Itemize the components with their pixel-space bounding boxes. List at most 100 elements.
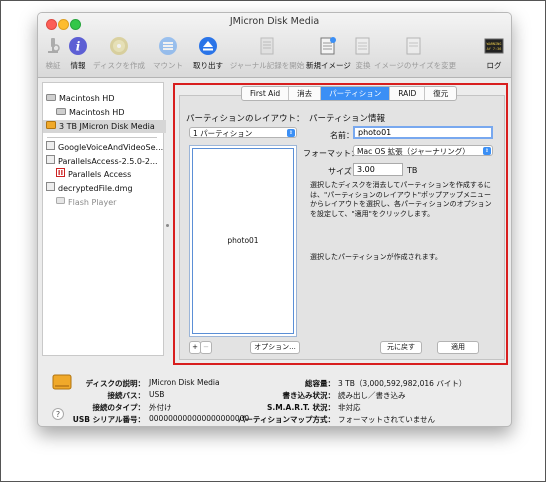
resize-image-icon (404, 36, 424, 56)
sidebar-item-label: ParallelsAccess-2.5.0-2... (58, 157, 158, 166)
help-icon[interactable]: ? (52, 408, 64, 422)
usb-serial-value: 000000000000000000000 (149, 414, 250, 423)
options-button[interactable]: オプション... (250, 341, 300, 354)
journal-icon (257, 36, 277, 56)
chevron-updown-icon: ⇕ (483, 147, 491, 155)
chevron-updown-icon: ⇕ (287, 129, 295, 137)
sidebar-item-label: 3 TB JMicron Disk Media (59, 122, 155, 131)
sidebar-item-label: Macintosh HD (59, 94, 115, 103)
partition-layout-diagram[interactable]: photo01 (189, 145, 297, 337)
sidebar-item-label: decryptedFile.dmg (58, 184, 133, 193)
connection-type-label: 接続のタイプ： (92, 403, 146, 412)
convert-button[interactable]: 変換 (352, 36, 374, 74)
mount-label: マウント (153, 61, 183, 70)
size-input[interactable] (353, 163, 403, 176)
sidebar-item-decryptedfile-dmg[interactable]: decryptedFile.dmg (46, 182, 166, 195)
disk-image-icon (46, 155, 55, 168)
apply-button[interactable]: 適用 (437, 341, 479, 354)
resize-image-button[interactable]: イメージのサイズを変更 (374, 36, 457, 74)
burn-button[interactable]: ディスクを作成 (92, 36, 146, 74)
eject-label: 取り出す (193, 61, 223, 70)
sidebar-item-parallelsaccess-dmg[interactable]: ParallelsAccess-2.5.0-2... (46, 155, 166, 168)
sidebar-item-jmicron-disk[interactable]: 3 TB JMicron Disk Media (43, 120, 166, 133)
external-disk-icon (46, 120, 56, 133)
new-image-button[interactable]: 新規イメージ (306, 36, 351, 74)
tab-partition[interactable]: パーティション (321, 87, 391, 100)
info-button[interactable]: i 情報 (66, 36, 90, 74)
smart-status-label: S.M.A.R.T. 状況： (266, 403, 335, 412)
partition-map-value: フォーマットされていません (338, 415, 436, 424)
resize-image-label: イメージのサイズを変更 (374, 61, 457, 70)
log-icon: WARNING AY 7:36 (484, 36, 504, 56)
disk-utility-window: JMicron Disk Media 検証 i 情報 ディスクを作成 マウント (37, 12, 512, 427)
volume-icon (56, 196, 65, 209)
partition-name-input[interactable] (353, 126, 493, 139)
title-bar: JMicron Disk Media 検証 i 情報 ディスクを作成 マウント (38, 13, 511, 78)
sidebar-separator (47, 137, 157, 138)
burn-label: ディスクを作成 (93, 61, 145, 70)
divider-grip (166, 224, 169, 227)
connection-type-value: 外付け (149, 403, 172, 412)
partition-layout-heading: パーティションのレイアウト： (186, 114, 305, 124)
revert-button[interactable]: 元に戻す (380, 341, 422, 354)
sidebar-item-parallels-access[interactable]: Parallels Access (56, 168, 176, 181)
verify-label: 検証 (45, 61, 61, 70)
hard-disk-icon (46, 92, 56, 105)
mount-icon (158, 36, 178, 56)
journal-button[interactable]: ジャーナル記録を開始 (226, 36, 308, 74)
external-disk-icon (52, 372, 72, 394)
partition-map-label: パーティションマップ方式： (237, 415, 335, 424)
partition-layout-value: 1 パーティション (193, 129, 253, 138)
log-button[interactable]: WARNING AY 7:36 ログ (482, 36, 506, 74)
new-image-icon (318, 36, 338, 56)
disk-description-label: ディスクの説明： (85, 379, 145, 388)
sidebar-item-macintosh-hd-volume[interactable]: Macintosh HD (56, 106, 176, 119)
verify-button[interactable]: 検証 (42, 36, 64, 74)
mount-button[interactable]: マウント (150, 36, 186, 74)
disk-info-bar: ? ディスクの説明： JMicron Disk Media 接続バス： USB … (38, 363, 511, 426)
format-label: フォーマット： (303, 149, 359, 158)
capacity-value: 3 TB（3,000,592,982,016 バイト） (338, 379, 467, 388)
split-view-divider[interactable] (165, 82, 169, 354)
convert-icon (353, 36, 373, 56)
microscope-icon (43, 36, 63, 56)
connection-bus-value: USB (149, 390, 165, 399)
eject-icon (198, 36, 218, 56)
partition-layout-select[interactable]: 1 パーティション ⇕ (189, 127, 297, 138)
sidebar-item-label: Macintosh HD (69, 108, 125, 117)
new-image-label: 新規イメージ (306, 61, 351, 70)
size-unit: TB (407, 166, 418, 175)
partition-block-name: photo01 (227, 236, 259, 245)
parallels-icon (56, 168, 65, 181)
capacity-label: 総容量： (305, 379, 335, 388)
tab-restore[interactable]: 復元 (425, 87, 456, 100)
tab-bar: First Aid 消去 パーティション RAID 復元 (241, 86, 458, 101)
sidebar-item-flash-player[interactable]: Flash Player (56, 196, 176, 209)
info-icon: i (68, 36, 88, 56)
svg-text:WARNING: WARNING (487, 42, 502, 46)
disk-image-icon (46, 141, 55, 154)
tab-erase[interactable]: 消去 (289, 87, 322, 100)
write-status-value: 読み出し／書き込み (338, 391, 406, 400)
format-select[interactable]: Mac OS 拡張（ジャーナリング） ⇕ (353, 145, 493, 156)
smart-status-value: 非対応 (338, 403, 361, 412)
log-label: ログ (486, 61, 502, 70)
format-value: Mac OS 拡張（ジャーナリング） (357, 147, 470, 156)
name-label: 名前： (330, 131, 354, 140)
sidebar-item-macintosh-hd-disk[interactable]: Macintosh HD (46, 92, 166, 105)
volume-icon (56, 106, 66, 119)
write-status-label: 書き込み状況： (282, 391, 336, 400)
burn-icon (109, 36, 129, 56)
svg-text:AY 7:36: AY 7:36 (487, 47, 502, 51)
sidebar-item-label: Flash Player (68, 198, 117, 207)
partition-selected-message: 選択したパーティションが作成されます。 (310, 253, 442, 261)
disk-list-sidebar: Macintosh HD Macintosh HD 3 TB JMicron D… (42, 82, 166, 356)
eject-button[interactable]: 取り出す (190, 36, 226, 74)
partition-instructions: 選択したディスクを消去してパーティションを作成するには、"パーティションのレイア… (310, 181, 492, 218)
sidebar-item-googlevoice-dmg[interactable]: GoogleVoiceAndVideoSe... (46, 141, 166, 154)
tab-raid[interactable]: RAID (390, 87, 426, 100)
remove-partition-button[interactable]: − (200, 341, 212, 354)
usb-serial-label: USB シリアル番号： (72, 415, 145, 424)
disk-image-icon (46, 182, 55, 195)
tab-first-aid[interactable]: First Aid (242, 87, 290, 100)
